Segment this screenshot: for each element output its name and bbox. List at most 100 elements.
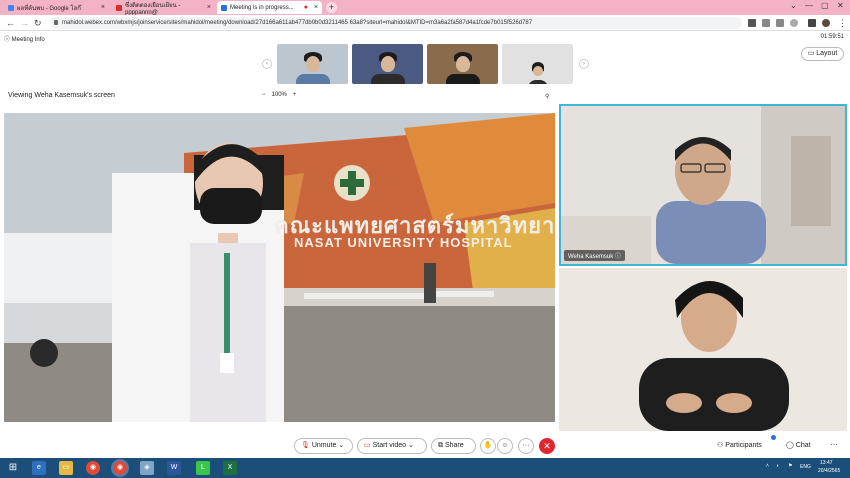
browser-tab-strip: ผลที่ค้นพบ - Google โลก๊ × ซึ่งติดตองเยื… [0,0,850,16]
address-bar[interactable]: mahidol.webex.com/wbxmjs/joinservice/sit… [50,17,742,29]
language-indicator[interactable]: ENG [800,464,811,470]
tab-title: ซึ่งติดตองเยือนเยียน - ppppannn@ [125,2,181,16]
participants-button[interactable]: ⚇ Participants [717,441,762,449]
maximize-icon[interactable]: ▢ [821,1,829,10]
tab-search-icon[interactable]: ⌄ [790,1,797,10]
recording-dot-icon: ● [303,4,308,11]
volume-icon[interactable]: ◖ [776,463,779,469]
url-text: mahidol.webex.com/wbxmjs/joinservice/sit… [62,20,533,26]
close-icon[interactable]: × [207,4,211,11]
chat-icon: ◯ [786,442,794,449]
person-body [370,74,405,84]
unmute-label: Unmute [311,442,337,449]
browser-tab-google[interactable]: ผลที่ค้นพบ - Google โลก๊ × [4,1,109,14]
translate-icon[interactable] [762,19,770,27]
clock-date[interactable]: 20/4/2565 [818,468,840,474]
word-icon[interactable]: W [167,461,181,475]
internet-explorer-icon[interactable]: e [32,461,46,475]
chrome-active-icon[interactable]: ◉ [113,461,127,475]
video-off-icon: ▭ [364,442,371,449]
close-icon[interactable]: × [101,4,105,11]
chat-button[interactable]: ◯ Chat [786,441,811,449]
browser-tab-webex[interactable]: Meeting is in progress... ● × [217,1,322,14]
file-explorer-icon[interactable]: ▭ [59,461,73,475]
participant-thumbnails [277,44,573,84]
clock-time[interactable]: 13:47 [820,460,833,466]
zoom-in-button[interactable]: + [293,92,297,98]
shared-screen: คณะแพทยศาสตร์มหาวิทยาลัยธรรมศาสตร์ NASAT… [4,113,555,422]
side-panel-icon[interactable] [808,19,816,27]
person-head [380,56,395,72]
participant-thumbnail[interactable] [427,44,498,84]
speaker-name: Weha Kasemsuk [568,254,614,260]
muted-mic-icon: 🎙︎ [301,442,310,449]
minimize-icon[interactable]: — [805,1,813,10]
meeting-info-label: Meeting Info [11,37,45,43]
share-screen-icon: ⧉ [438,442,443,449]
meeting-controls: 🎙︎ Unmute ⌄ ▭ Start video ⌄ ⧉ Share ✋ ☺ … [0,435,850,456]
back-icon[interactable]: ← [6,17,15,29]
tray-expand-icon[interactable]: ˄ [766,463,769,469]
participant-thumbnail[interactable] [502,44,573,84]
tab-title: ผลที่ค้นพบ - Google โลก๊ [17,5,81,12]
thumbnail-next-icon[interactable]: › [579,59,589,69]
network-icon[interactable]: ⚑ [788,463,792,469]
forward-icon[interactable]: → [20,17,29,29]
windows-taskbar: ⊞ e ▭ ◉ ◉ ◈ W L X ˄ ◖ ⚑ ENG 13:47 20/4/2… [0,458,850,478]
google-icon [8,4,14,11]
speaker-name-tag: Weha Kasemsuk ⓘ [564,250,625,261]
thumbnail-prev-icon[interactable]: ‹ [262,59,272,69]
more-options-button[interactable]: ··· [518,438,534,454]
close-window-icon[interactable]: ✕ [837,1,844,10]
layout-label: Layout [816,50,838,57]
interpreter-video-frame [559,268,847,431]
meeting-info-bar: ⓘ Meeting Info 01:59:51 [0,32,850,43]
close-icon[interactable]: × [314,4,318,11]
start-video-button[interactable]: ▭ Start video ⌄ [357,438,427,454]
camera-indicator-icon[interactable] [748,19,756,27]
tab-title: Meeting is in progress... [230,4,294,11]
share-label: Share [444,442,464,449]
share-button[interactable]: ⧉ Share [431,438,476,454]
share-page-icon[interactable] [776,19,784,27]
shared-screen-image [4,113,555,422]
interpreter-video[interactable] [559,268,847,431]
participant-thumbnail[interactable] [277,44,348,84]
start-video-label: Start video [372,442,407,449]
search-icon[interactable]: ⚲ [545,93,549,100]
person-body [445,74,480,84]
app-icon[interactable]: ◈ [140,461,154,475]
speaker-video-frame [561,106,845,264]
zoom-level: 100% [271,92,287,98]
new-tab-button[interactable]: + [326,2,337,13]
bookmark-star-icon[interactable] [790,19,798,27]
participant-thumbnail[interactable] [352,44,423,84]
lock-icon [54,20,58,25]
viewing-label: Viewing Weha Kasemsuk's screen [8,92,115,99]
more-label: ··· [522,442,530,449]
meeting-timer: 01:59:51 [820,34,844,40]
person-head [305,56,320,72]
profile-avatar[interactable] [822,19,830,27]
leave-meeting-button[interactable]: ✕ [539,438,555,454]
chrome-icon[interactable]: ◉ [86,461,100,475]
person-head [455,56,470,72]
unmute-button[interactable]: 🎙︎ Unmute ⌄ [294,438,353,454]
line-app-icon[interactable]: L [196,461,210,475]
more-panel-icon[interactable]: ··· [830,440,838,449]
kebab-menu-icon[interactable]: ⋮ [838,17,847,29]
layout-button[interactable]: ▭ Layout [801,47,844,61]
browser-toolbar: ← → ↻ mahidol.webex.com/wbxmjs/joinservi… [0,15,850,31]
active-speaker-video[interactable]: Weha Kasemsuk ⓘ [559,104,847,266]
zoom-out-button[interactable]: − [262,92,266,98]
browser-tab-gmail[interactable]: ซึ่งติดตองเยือนเยียน - ppppannn@ × [112,1,215,16]
reload-icon[interactable]: ↻ [34,17,42,29]
webex-icon [221,4,227,11]
raise-hand-icon[interactable]: ✋ [480,438,496,454]
participants-label: Participants [725,442,762,449]
windows-start-icon[interactable]: ⊞ [6,461,20,475]
reactions-icon[interactable]: ☺ [497,438,513,454]
person-body [295,74,330,84]
excel-icon[interactable]: X [223,461,237,475]
meeting-info-button[interactable]: ⓘ Meeting Info [4,34,45,43]
